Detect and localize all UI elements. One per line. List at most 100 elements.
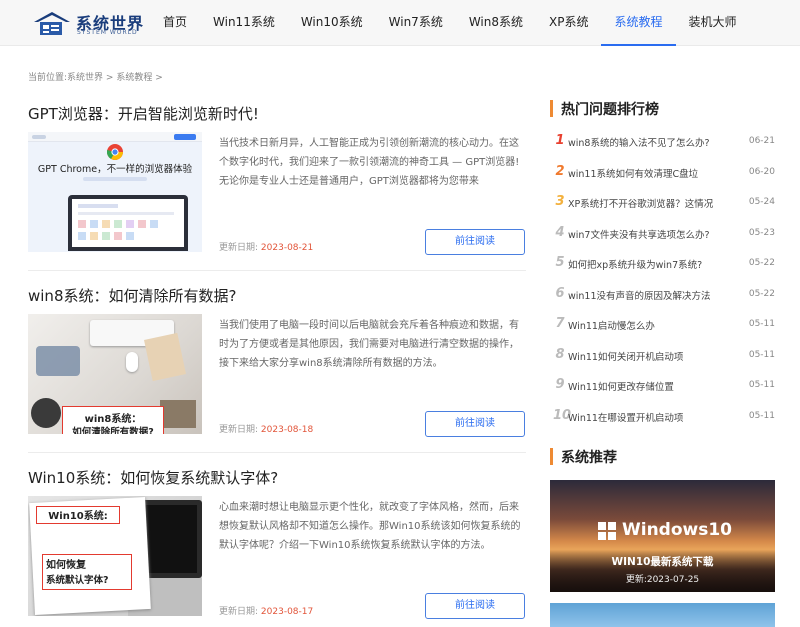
list-item[interactable]: 6 win11没有声音的原因及解决方法 05-22 [553,280,775,311]
list-item[interactable]: 9 Win11如何更改存储位置 05-11 [553,371,775,402]
article-summary: 当代技术日新月异，人工智能正成为引领创新潮流的核心动力。在这个数字化时代，我们迎… [219,138,520,187]
date-value: 2023-08-21 [260,243,314,253]
article-title[interactable]: GPT浏览器：开启智能浏览新时代! [28,103,259,124]
list-item-date: 05-23 [748,227,775,238]
logo-subtitle: SYSTEM WORLD [77,29,138,36]
nav-item-win8[interactable]: Win8系统 [456,0,536,46]
article-item: GPT浏览器：开启智能浏览新时代! GPT Chrome，不一样的浏览器体验 当… [28,103,526,271]
list-item-date: 05-22 [748,288,775,299]
article-thumbnail[interactable]: GPT Chrome，不一样的浏览器体验 [28,132,202,252]
article-summary: 当我们使用了电脑一段时间以后电脑就会充斥着各种痕迹和数据，有时为了方便或者是其他… [219,320,519,369]
list-item[interactable]: 8 Win11如何关闭开机启动项 05-11 [553,341,775,372]
windows-logo-icon [598,522,616,540]
list-item-title[interactable]: Win11如何更改存储位置 [568,379,738,393]
list-item[interactable]: 3 XP系统打不开谷歌浏览器？这情况 05-24 [553,188,775,219]
rank-number: 8 [555,346,565,362]
date-label: 更新日期: [219,243,259,253]
list-item-date: 05-24 [748,197,775,207]
breadcrumb-separator: > [152,73,163,83]
list-item[interactable]: 5 如何把xp系统升级为win7系统? 05-22 [553,249,775,280]
list-item-date: 05-22 [748,258,775,268]
thumbnail-caption: Win10系统: [48,511,108,522]
nav-item-xp[interactable]: XP系统 [536,0,601,46]
read-more-button[interactable]: 前往阅读 [425,411,525,437]
list-item-title[interactable]: Win11在哪设置开机启动项 [568,410,738,424]
article-title[interactable]: Win10系统：如何恢复系统默认字体? [28,467,278,488]
list-item-title[interactable]: win8系统的输入法不见了怎么办? [568,135,738,149]
rank-number: 5 [555,255,565,270]
thumbnail-caption: 如何恢复 [46,560,86,571]
rank-number: 6 [555,285,565,301]
banner-date: 更新:2023-07-25 [550,572,775,585]
nav-item-win7[interactable]: Win7系统 [376,0,456,46]
breadcrumb: 当前位置:系统世界 > 系统教程 > [28,70,163,83]
list-item-title[interactable]: win7文件夹没有共享选项怎么办? [568,227,738,241]
nav-item-install-master[interactable]: 装机大师 [676,0,750,46]
nav-item-tutorials[interactable]: 系统教程 [601,0,676,46]
list-item-title[interactable]: Win11启动慢怎么办 [568,318,738,332]
main-nav: 首页 Win11系统 Win10系统 Win7系统 Win8系统 XP系统 系统… [150,0,750,46]
list-item-title[interactable]: 如何把xp系统升级为win7系统? [568,257,738,271]
read-more-button[interactable]: 前往阅读 [425,229,525,255]
rank-number: 2 [555,163,565,179]
article-summary: 心血来潮时想让电脑显示更个性化，就改变了字体风格，然而，后来想恢复默认风格却不知… [219,502,521,551]
list-item[interactable]: 1 win8系统的输入法不见了怎么办? 06-21 [553,127,775,158]
accent-bar [550,100,553,117]
nav-item-win11[interactable]: Win11系统 [200,0,288,46]
logo-house-icon [34,12,70,35]
banner-caption: WIN10最新系统下载 [611,556,714,568]
list-item-date: 05-11 [748,349,775,360]
recommend-banner[interactable]: Windows10 WIN10最新系统下载 更新:2023-07-25 [550,480,775,592]
thumbnail-caption: win8系统： [84,414,142,425]
recommend-header: 系统推荐 [550,447,775,467]
rank-number: 1 [555,133,565,148]
rank-number: 9 [555,377,565,392]
accent-bar [550,448,553,465]
thumbnail-caption: 系统默认字体? [46,575,109,586]
list-item-date: 06-20 [748,166,775,177]
date-label: 更新日期: [219,425,259,435]
date-value: 2023-08-18 [260,425,314,435]
chrome-logo-icon [107,144,123,160]
list-item-title[interactable]: win11系统如何有效清理C盘垃 [568,166,738,180]
rank-number: 10 [553,407,572,423]
article-thumbnail[interactable]: win8系统： 如何清除所有数据? [28,314,202,434]
list-item[interactable]: 4 win7文件夹没有共享选项怎么办? 05-23 [553,219,775,250]
banner-date-label: 更新: [625,575,647,585]
list-item-title[interactable]: Win11如何关闭开机启动项 [568,349,738,363]
list-item[interactable]: 10 Win11在哪设置开机启动项 05-11 [553,402,775,433]
hot-list-header: 热门问题排行榜 [550,99,775,119]
list-item-title[interactable]: win11没有声音的原因及解决方法 [568,288,738,302]
thumbnail-caption: 如何清除所有数据? [72,427,154,434]
nav-item-win10[interactable]: Win10系统 [288,0,376,46]
list-item[interactable]: 2 win11系统如何有效清理C盘垃 06-20 [553,158,775,189]
date-value: 2023-08-17 [260,607,314,617]
divider [28,452,526,453]
read-more-button[interactable]: 前往阅读 [425,593,525,619]
article-title[interactable]: win8系统：如何清除所有数据? [28,285,236,306]
article-item: win8系统：如何清除所有数据? win8系统： 如何清除所有数据? 当我们使用… [28,285,526,453]
list-item[interactable]: 7 Win11启动慢怎么办 05-11 [553,310,775,341]
hot-list-title: 热门问题排行榜 [561,102,659,118]
list-item-date: 05-11 [748,410,775,421]
divider [28,270,526,271]
rank-number: 7 [555,316,565,331]
list-item-title[interactable]: XP系统打不开谷歌浏览器？这情况 [568,196,738,210]
banner-brand: Windows10 [622,520,733,540]
nav-item-home[interactable]: 首页 [150,0,200,46]
article-date: 更新日期: 2023-08-18 [219,422,313,435]
recommend-banner-secondary[interactable] [550,603,775,627]
breadcrumb-separator: > [103,73,117,83]
date-label: 更新日期: [219,607,259,617]
breadcrumb-prefix: 当前位置: [28,73,68,83]
banner-date-value: 2023-07-25 [646,575,700,585]
hot-list: 1 win8系统的输入法不见了怎么办? 06-21 2 win11系统如何有效清… [553,127,775,432]
recommend-title: 系统推荐 [561,450,617,466]
site-logo[interactable]: 系统世界 SYSTEM WORLD [32,8,143,38]
article-thumbnail[interactable]: Win10系统: 如何恢复 系统默认字体? [28,496,202,616]
rank-number: 3 [555,194,565,209]
site-header: 系统世界 SYSTEM WORLD 首页 Win11系统 Win10系统 Win… [0,0,800,46]
breadcrumb-item-home[interactable]: 系统世界 [67,73,103,83]
breadcrumb-item-tutorials[interactable]: 系统教程 [116,73,152,83]
article-date: 更新日期: 2023-08-21 [219,240,313,253]
